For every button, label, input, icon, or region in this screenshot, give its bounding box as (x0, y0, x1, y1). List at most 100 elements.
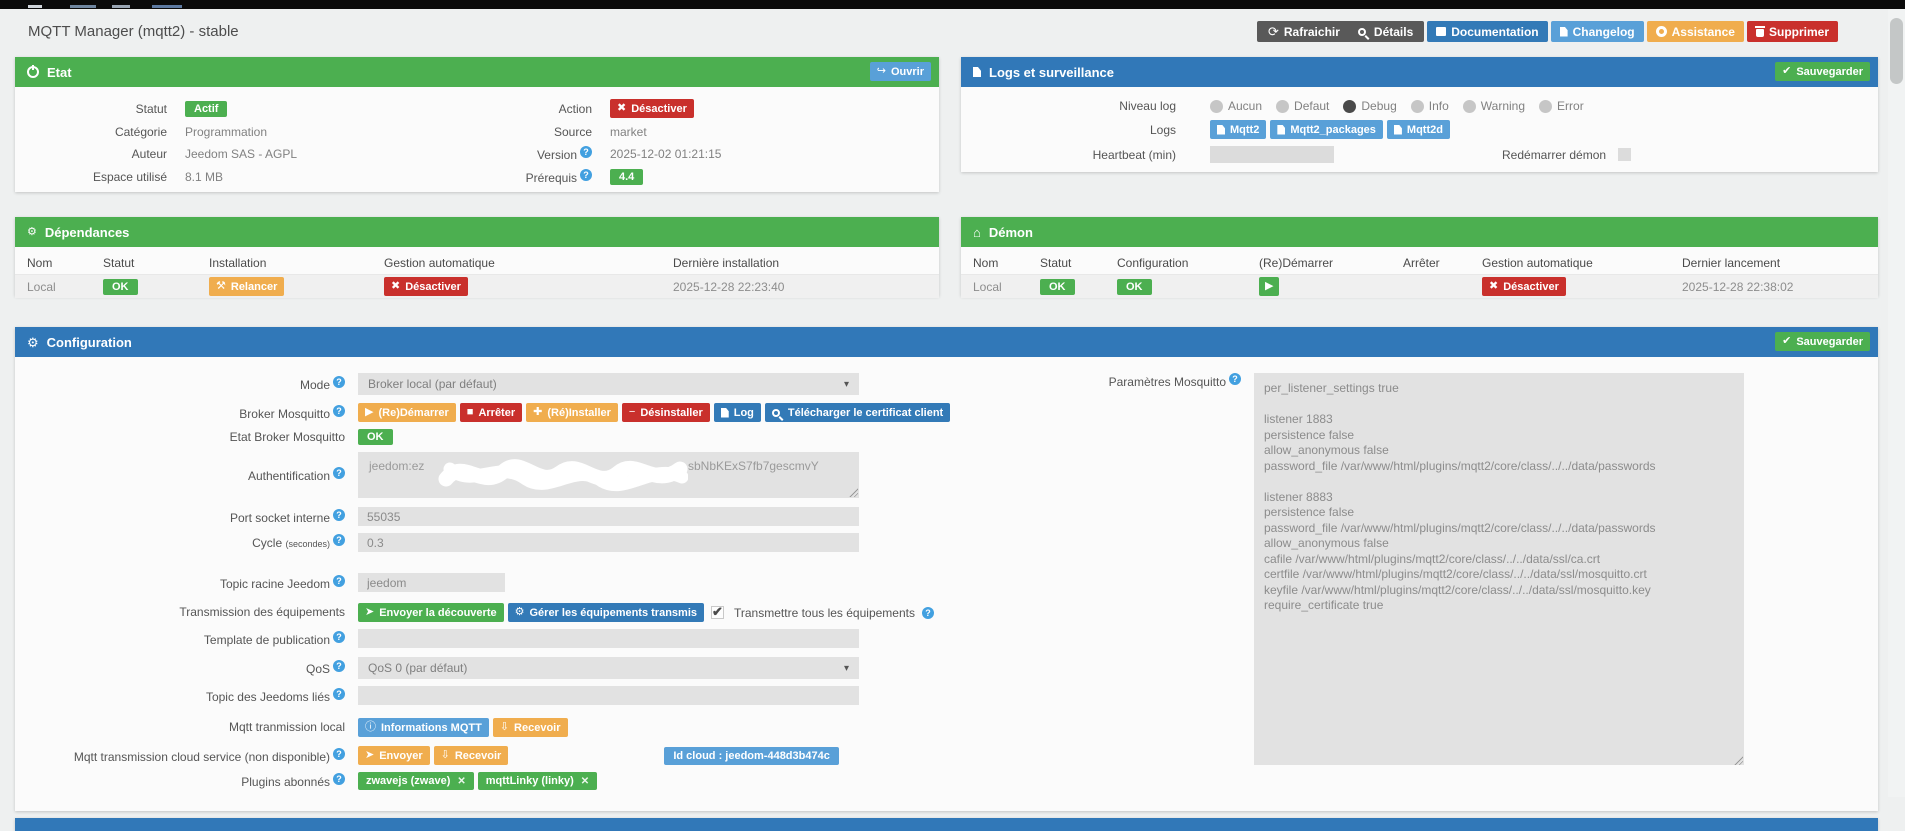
plugin-tag-mqttlinky[interactable]: mqttLinky (linky) ✕ (477, 772, 598, 790)
assistance-button[interactable]: Assistance (1646, 21, 1744, 42)
save-logs-button[interactable]: ✔ Sauvegarder (1775, 62, 1870, 81)
help-icon[interactable]: ? (333, 376, 345, 388)
help-icon[interactable]: ? (333, 687, 345, 700)
help-icon[interactable]: ? (333, 508, 345, 521)
disable-auto-dependencies-button[interactable]: ✖ Désactiver (384, 277, 468, 296)
scrollbar-thumb[interactable] (1890, 18, 1903, 84)
parametres-mosquitto-textarea[interactable]: per_listener_settings true listener 1883… (1254, 373, 1744, 765)
cloud-receive-button[interactable]: ⇩ Recevoir (433, 746, 509, 765)
espace-label: Espace utilisé (92, 170, 167, 184)
broker-restart-button[interactable]: ▶ (Re)Démarrer (358, 403, 456, 422)
trash-icon (1754, 26, 1765, 37)
help-icon[interactable]: ? (333, 404, 345, 417)
demon-statut: OK (1040, 278, 1117, 295)
stop-icon: ■ (466, 406, 474, 418)
local-receive-button[interactable]: ⇩ Recevoir (492, 718, 568, 737)
broker-uninstall-button[interactable]: − Désinstaller (621, 403, 710, 422)
log-file-mqtt2-packages-button[interactable]: Mqtt2_packages (1270, 120, 1383, 139)
changelog-button[interactable]: Changelog (1550, 21, 1644, 42)
help-icon[interactable]: ? (580, 169, 592, 181)
scrollbar[interactable] (1888, 9, 1905, 797)
help-icon[interactable]: ? (1229, 373, 1241, 385)
template-publication-input[interactable] (358, 629, 859, 648)
menu-fragment (28, 5, 42, 8)
niveau-log-label: Niveau log (1119, 99, 1176, 113)
status-badge: OK (1040, 278, 1075, 295)
logs-panel-header: Logs et surveillance ✔ Sauvegarder (961, 57, 1878, 87)
remove-icon[interactable]: ✕ (457, 776, 465, 787)
details-button[interactable]: Détails (1357, 25, 1413, 39)
help-icon[interactable]: ? (333, 467, 345, 479)
radio-level-aucun[interactable]: Aucun (1210, 99, 1262, 113)
play-icon: ▶ (1265, 280, 1274, 292)
manage-transmitted-button[interactable]: ⚙ Gérer les équipements transmis (507, 603, 704, 622)
broker-log-button[interactable]: Log (713, 403, 761, 422)
statut-label: Statut (135, 101, 167, 116)
check-icon: ✔ (1782, 335, 1792, 347)
configuration-panel-title: Configuration (46, 334, 132, 350)
heartbeat-input[interactable] (1210, 146, 1334, 163)
radio-level-debug[interactable]: Debug (1343, 99, 1397, 113)
informations-mqtt-button[interactable]: ⓘ Informations MQTT (358, 718, 489, 737)
broker-reinstall-button[interactable]: ✚ (Ré)Installer (526, 403, 618, 422)
file-icon (720, 407, 729, 418)
cycle-label: Cycle (secondes)? (15, 534, 345, 551)
radio-level-info[interactable]: Info (1410, 99, 1449, 113)
logs-files-label: Logs (1149, 122, 1176, 137)
demon-nom: Local (973, 279, 1002, 294)
configuration-panel-header: ⚙ Configuration ✔ Sauvegarder (15, 327, 1878, 357)
disable-plugin-button[interactable]: ✖ Désactiver (610, 99, 694, 118)
qos-select[interactable]: QoS 0 (par défaut) ▾ (358, 657, 859, 679)
minus-icon: − (628, 406, 636, 418)
save-configuration-button[interactable]: ✔ Sauvegarder (1775, 332, 1870, 351)
toolbar: ⟳ Rafraichir Détails Documentation Chang… (1256, 21, 1838, 42)
log-file-mqtt2d-button[interactable]: Mqtt2d (1386, 120, 1450, 139)
radio-level-warning[interactable]: Warning (1462, 99, 1525, 113)
cloud-send-button[interactable]: ➤ Envoyer (358, 746, 430, 765)
mode-select[interactable]: Broker local (par défaut) ▾ (358, 373, 859, 395)
disable-auto-daemon-button[interactable]: ✖ Désactiver (1482, 277, 1566, 296)
help-icon[interactable]: ? (580, 146, 592, 158)
demon-panel: ⌂ Démon Nom Statut Configuration (Re)Dém… (961, 217, 1878, 298)
broker-stop-button[interactable]: ■ Arrêter (459, 403, 523, 422)
restart-daemon-checkbox[interactable] (1618, 148, 1632, 161)
plus-icon: ✚ (533, 406, 543, 418)
authentification-textarea[interactable]: jeedom:ez sbNbKExS7fb7gescmvY (358, 452, 859, 498)
delete-button[interactable]: Supprimer (1746, 21, 1838, 42)
plugin-tag-zwavejs[interactable]: zwavejs (zwave) ✕ (358, 772, 474, 790)
open-button[interactable]: ↪ Ouvrir (869, 62, 931, 81)
topic-jeedoms-lies-input[interactable] (358, 686, 859, 705)
topic-jeedoms-lies-label: Topic des Jeedoms liés? (15, 687, 345, 704)
refresh-button[interactable]: ⟳ Rafraichir (1268, 25, 1340, 39)
source-label: Source (553, 125, 592, 139)
send-icon: ➤ (365, 749, 375, 761)
cycle-input[interactable] (358, 533, 859, 552)
documentation-button[interactable]: Documentation (1427, 21, 1548, 42)
dep-nom: Local (27, 279, 56, 294)
send-discovery-button[interactable]: ➤ Envoyer la découverte (358, 603, 504, 622)
action-cell: ✖ Désactiver (610, 99, 929, 118)
broker-status-badge: OK (358, 429, 393, 445)
chevron-down-icon: ▾ (843, 378, 849, 390)
port-socket-input[interactable] (358, 507, 859, 526)
help-icon[interactable]: ? (333, 534, 345, 546)
log-file-mqtt2-button[interactable]: Mqtt2 (1210, 120, 1267, 139)
remove-icon[interactable]: ✕ (581, 776, 589, 787)
topic-racine-input[interactable] (358, 573, 505, 592)
radio-level-defaut[interactable]: Defaut (1276, 99, 1329, 113)
radio-icon (1539, 99, 1553, 113)
authentification-label: Authentification? (15, 467, 345, 483)
radio-level-error[interactable]: Error (1539, 99, 1584, 113)
help-icon[interactable]: ? (333, 574, 345, 587)
help-icon[interactable]: ? (333, 630, 345, 643)
help-icon[interactable]: ? (333, 773, 345, 785)
resize-handle[interactable] (848, 487, 858, 497)
start-daemon-button[interactable]: ▶ (1259, 277, 1280, 296)
cog-icon: ⚙ (27, 225, 37, 238)
help-icon[interactable]: ? (333, 660, 345, 672)
relaunch-dependencies-button[interactable]: ⚒ Relancer (209, 277, 285, 296)
demon-gestion: ✖ Désactiver (1482, 277, 1682, 296)
help-icon[interactable]: ? (333, 747, 345, 760)
transmit-all-checkbox[interactable]: ✔ (711, 604, 724, 619)
demon-configuration: OK (1117, 278, 1259, 295)
